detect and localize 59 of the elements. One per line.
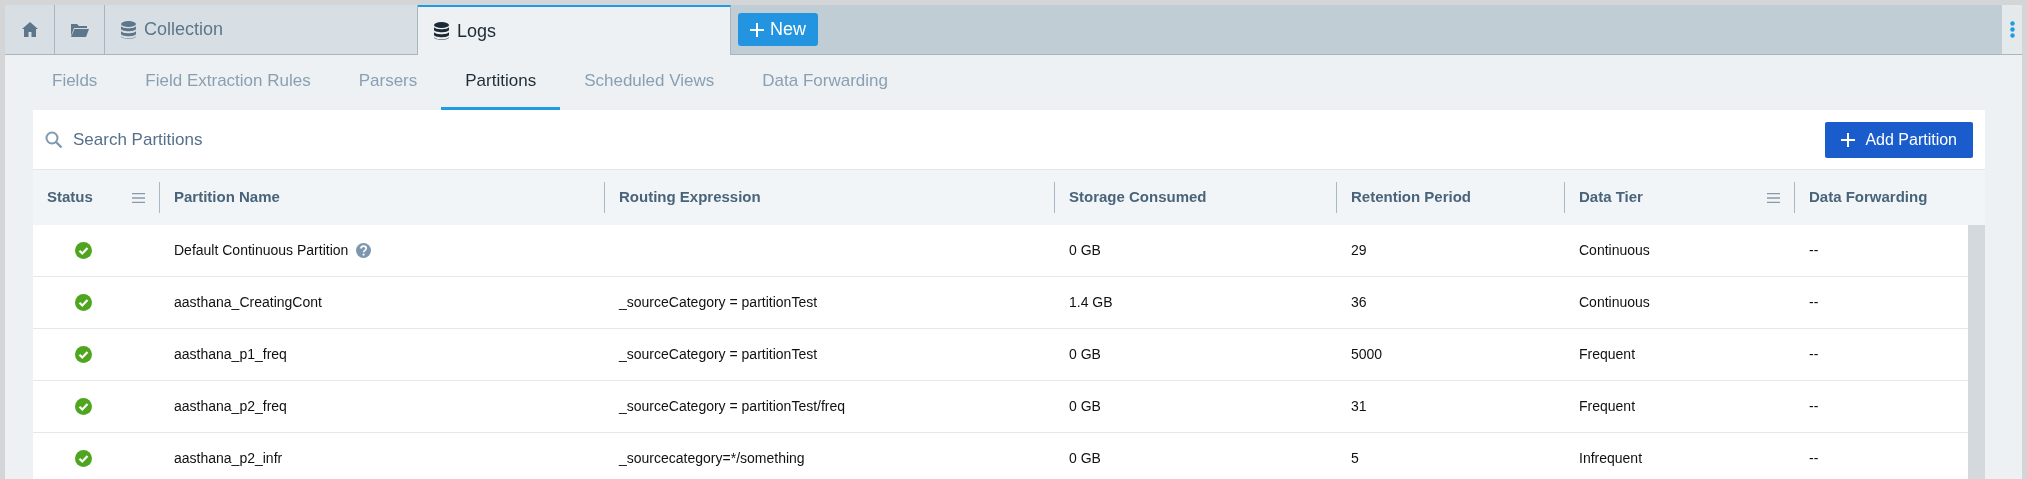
tab[interactable]: Collection xyxy=(105,5,418,54)
table-cell-text: 5 xyxy=(1351,449,1359,468)
table-cell-text: 36 xyxy=(1351,293,1367,312)
table-cell-text: Continuous xyxy=(1579,241,1650,260)
table-cell-text: 0 GB xyxy=(1069,449,1101,468)
table-cell-text: _sourceCategory = partitionTest xyxy=(619,293,818,312)
table-cell-text: -- xyxy=(1809,397,1819,416)
tab-button[interactable] xyxy=(5,5,55,54)
database-icon xyxy=(121,20,136,39)
table-cell-text: aasthana_p1_freq xyxy=(174,345,287,364)
table-cell-text: -- xyxy=(1809,241,1819,260)
column-header: Data Forwarding xyxy=(1809,187,1928,208)
table-cell-text: aasthana_p2_freq xyxy=(174,397,287,416)
table-cell-text: Infrequent xyxy=(1579,449,1643,468)
table-cell-text: 0 GB xyxy=(1069,397,1101,416)
table-cell-text: -- xyxy=(1809,449,1819,468)
tab[interactable]: Data Forwarding xyxy=(738,55,912,110)
search-icon xyxy=(45,130,63,149)
database-icon xyxy=(434,22,449,40)
tab[interactable]: Scheduled Views xyxy=(560,55,739,110)
menu-icon[interactable] xyxy=(1767,192,1780,203)
tab[interactable]: Logs xyxy=(418,5,731,55)
scrollbar[interactable] xyxy=(1968,225,1985,479)
new-button[interactable]: New xyxy=(738,13,818,46)
table-cell-text: _sourceCategory = partitionTest/freq xyxy=(619,397,846,416)
more-icon[interactable] xyxy=(2009,21,2015,38)
table-cell-text: 0 GB xyxy=(1069,345,1101,364)
menu-icon[interactable] xyxy=(132,192,145,203)
tab[interactable]: Fields xyxy=(28,55,122,110)
table-cell-text: aasthana_CreatingCont xyxy=(174,293,322,312)
folder-icon xyxy=(70,22,89,37)
table-cell-text: 5000 xyxy=(1351,345,1383,364)
table-cell-text: 0 GB xyxy=(1069,241,1101,260)
home-icon xyxy=(21,22,38,37)
table-cell-text: Frequent xyxy=(1579,345,1636,364)
column-header: Routing Expression xyxy=(619,187,761,208)
table-cell-text: 1.4 GB xyxy=(1069,293,1113,312)
help-icon[interactable] xyxy=(356,243,372,258)
table-cell-text: _sourcecategory=*/something xyxy=(619,449,805,468)
plus-icon xyxy=(750,22,764,37)
tab[interactable]: Parsers xyxy=(334,55,442,110)
table-cell-text: 31 xyxy=(1351,397,1367,416)
table-cell-text: -- xyxy=(1809,345,1819,364)
column-header: Storage Consumed xyxy=(1069,187,1207,208)
column-header: Partition Name xyxy=(174,187,280,208)
table-cell-text: _sourceCategory = partitionTest xyxy=(619,345,818,364)
tab[interactable]: Field Extraction Rules xyxy=(121,55,335,110)
table-cell-text: Default Continuous Partition xyxy=(174,241,349,260)
table-cell-text: aasthana_p2_infr xyxy=(174,449,283,468)
column-header: Retention Period xyxy=(1351,187,1471,208)
table-cell-text: Frequent xyxy=(1579,397,1636,416)
table-cell-text: Continuous xyxy=(1579,293,1650,312)
tab-button[interactable] xyxy=(55,5,105,54)
table-cell-text: 29 xyxy=(1351,241,1367,260)
column-header: Status xyxy=(47,187,93,208)
add-partition-button[interactable]: Add Partition xyxy=(1825,121,1973,158)
table-cell-text: -- xyxy=(1809,293,1819,312)
plus-icon xyxy=(1841,132,1856,147)
column-header: Data Tier xyxy=(1579,187,1643,208)
